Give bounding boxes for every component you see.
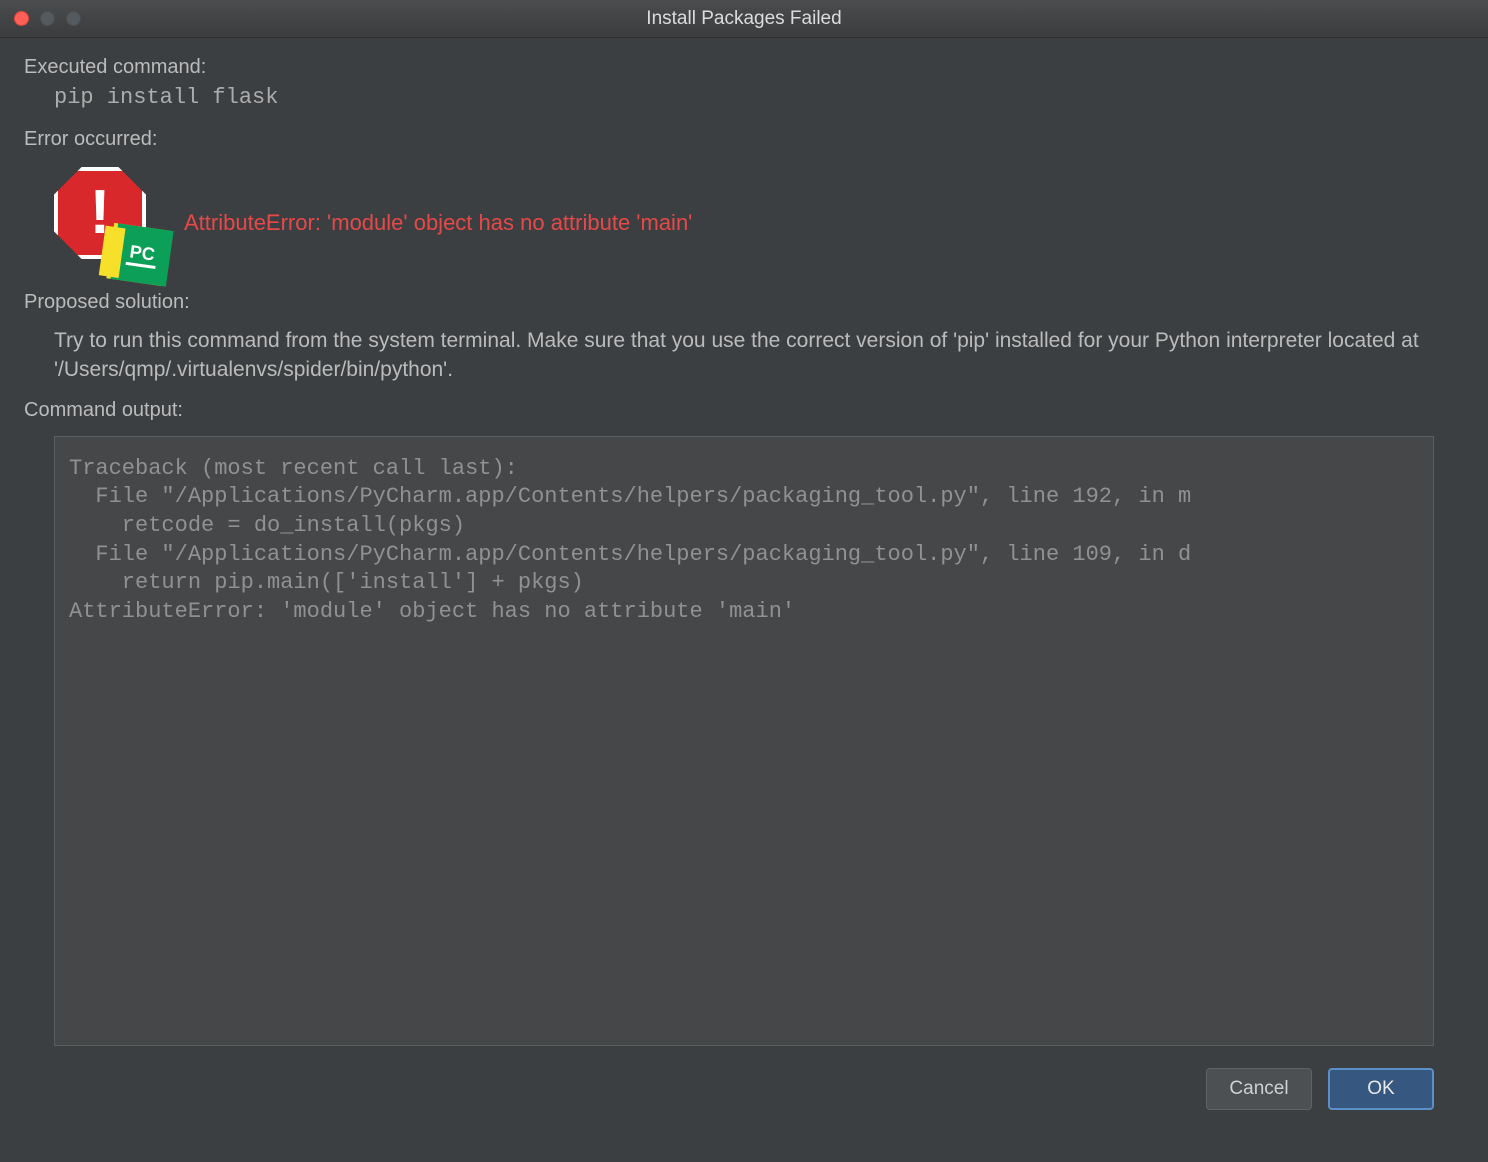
error-occurred-label: Error occurred:	[24, 128, 1464, 151]
close-window-icon[interactable]	[14, 11, 29, 26]
error-icon: ! PC	[54, 167, 166, 279]
cancel-button[interactable]: Cancel	[1206, 1068, 1312, 1110]
command-output-box[interactable]: Traceback (most recent call last): File …	[54, 436, 1434, 1046]
executed-command-value: pip install flask	[54, 85, 1464, 110]
window-title: Install Packages Failed	[0, 8, 1488, 30]
titlebar: Install Packages Failed	[0, 0, 1488, 38]
window-controls	[14, 11, 81, 26]
dialog-window: Install Packages Failed Executed command…	[0, 0, 1488, 1162]
pycharm-badge-icon: PC	[110, 223, 173, 286]
error-row: ! PC AttributeError: 'module' object has…	[54, 167, 1464, 279]
command-output-label: Command output:	[24, 399, 1464, 422]
dialog-content: Executed command: pip install flask Erro…	[0, 38, 1488, 1162]
dialog-footer: Cancel OK	[24, 1046, 1464, 1136]
maximize-window-icon	[66, 11, 81, 26]
command-output-text: Traceback (most recent call last): File …	[69, 455, 1423, 627]
proposed-solution-label: Proposed solution:	[24, 291, 1464, 314]
executed-command-label: Executed command:	[24, 56, 1464, 79]
proposed-solution-text: Try to run this command from the system …	[54, 326, 1464, 385]
minimize-window-icon	[40, 11, 55, 26]
ok-button[interactable]: OK	[1328, 1068, 1434, 1110]
error-message: AttributeError: 'module' object has no a…	[184, 210, 692, 236]
pycharm-badge-text: PC	[126, 241, 158, 269]
